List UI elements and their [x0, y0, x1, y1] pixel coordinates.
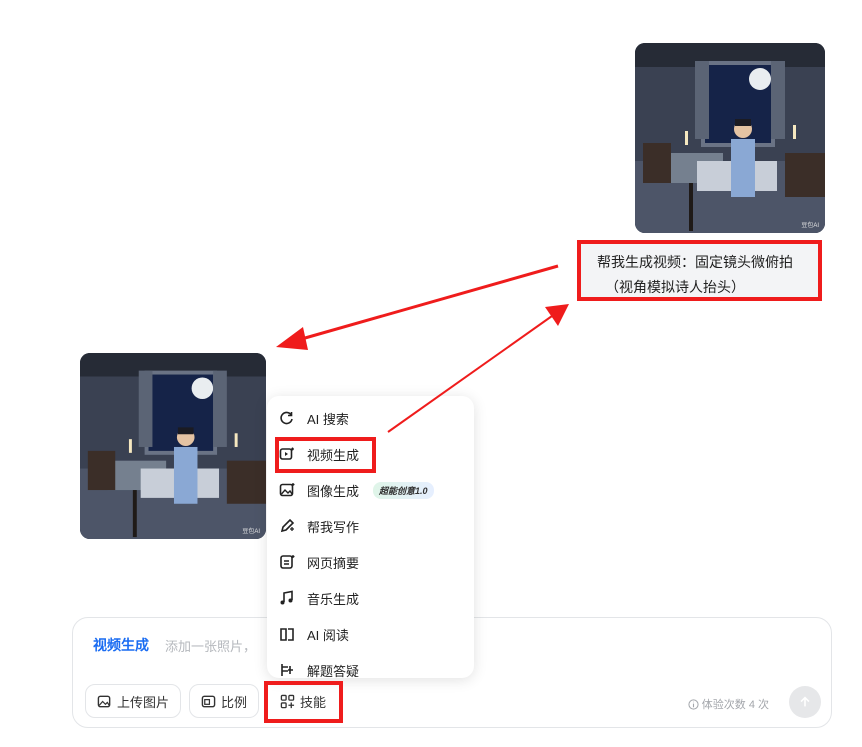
menu-item-label: 图像生成: [307, 483, 360, 499]
menu-item-label: 音乐生成: [307, 591, 360, 607]
arrow-up-icon: [800, 696, 810, 707]
user-message-bubble: 帮我生成视频：固定镜头微俯拍 （视角模拟诗人抬头）: [577, 240, 822, 301]
upload-image-label: 上传图片: [117, 694, 170, 710]
aspect-ratio-icon: [201, 695, 216, 707]
skills-button[interactable]: 技能: [269, 684, 338, 718]
ratio-label: 比例: [221, 694, 248, 710]
upload-image-button[interactable]: 上传图片: [85, 684, 182, 718]
qa-icon: [279, 662, 295, 678]
usage-quota: 体验次数 4 次: [688, 696, 769, 712]
poet-scene-illustration: [635, 43, 825, 233]
menu-item-label: 网页摘要: [307, 555, 360, 571]
image-watermark: 豆包AI: [242, 529, 260, 535]
send-button[interactable]: [789, 686, 821, 718]
ratio-button[interactable]: 比例: [189, 684, 260, 718]
skills-menu: AI 搜索 视频生成 图像生成 超能创意1.0 帮我写作 网页摘要 音乐生成 A…: [267, 396, 474, 678]
menu-item-webpage-summary[interactable]: 网页摘要: [267, 544, 474, 580]
menu-item-music-generation[interactable]: 音乐生成: [267, 580, 474, 616]
menu-item-ai-search[interactable]: AI 搜索: [267, 400, 474, 436]
menu-item-image-generation[interactable]: 图像生成 超能创意1.0: [267, 472, 474, 508]
book-icon: [279, 626, 295, 642]
image-upload-icon: [97, 695, 111, 707]
skills-label: 技能: [300, 694, 327, 710]
prompt-input[interactable]: 添加一张照片，: [165, 636, 256, 655]
menu-item-writing[interactable]: 帮我写作: [267, 508, 474, 544]
menu-item-label: 帮我写作: [307, 519, 360, 535]
quota-text: 体验次数 4 次: [701, 699, 769, 711]
feature-badge: 超能创意1.0: [373, 481, 434, 499]
generated-video-thumbnail[interactable]: 豆包AI: [80, 353, 266, 539]
menu-item-label: 视频生成: [307, 447, 360, 463]
menu-item-label: 解题答疑: [307, 663, 360, 679]
chat-page: 豆包AI 帮我生成视频：固定镜头微俯拍 （视角模拟诗人抬头） 豆包AI AI 搜…: [0, 0, 862, 747]
image-watermark: 豆包AI: [801, 223, 819, 229]
user-uploaded-image[interactable]: 豆包AI: [635, 43, 825, 233]
search-icon: [279, 410, 295, 426]
info-icon: [688, 698, 699, 710]
image-icon: [279, 482, 295, 498]
poet-scene-illustration: [80, 353, 266, 539]
user-message-line-2: （视角模拟诗人抬头）: [605, 279, 745, 295]
webpage-icon: [279, 554, 295, 570]
menu-item-label: AI 搜索: [307, 411, 349, 427]
pen-icon: [279, 518, 295, 534]
user-message-line-1: 帮我生成视频：固定镜头微俯拍: [597, 254, 793, 270]
apps-grid-icon: [280, 694, 295, 708]
music-icon: [279, 590, 295, 606]
menu-item-video-generation[interactable]: 视频生成: [267, 436, 474, 472]
active-mode-label[interactable]: 视频生成: [93, 635, 149, 655]
menu-item-qa[interactable]: 解题答疑: [267, 652, 474, 678]
video-icon: [279, 446, 295, 462]
menu-item-ai-reading[interactable]: AI 阅读: [267, 616, 474, 652]
menu-item-label: AI 阅读: [307, 627, 349, 643]
